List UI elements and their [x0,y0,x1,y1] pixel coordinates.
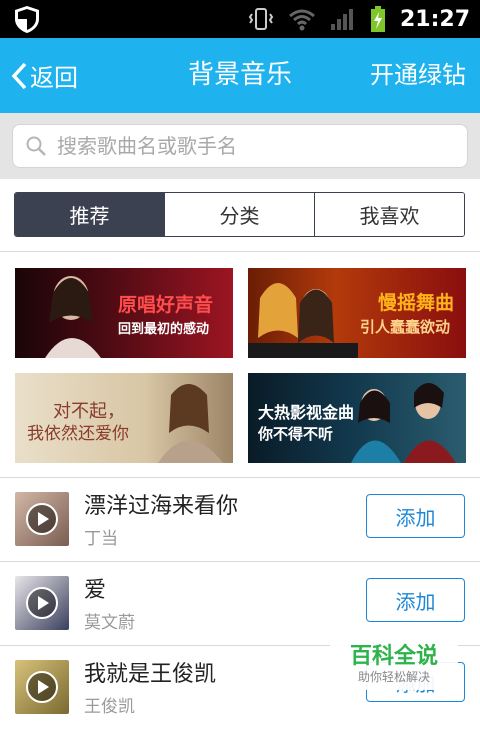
banner-headline: 原唱好声音 [118,294,214,316]
banner-subline: 你不得不听 [258,425,334,443]
shield-icon [15,6,39,33]
banner-sorry-still-love[interactable]: 对不起， 我依然还爱你 [15,373,233,463]
tab-category[interactable]: 分类 [164,193,314,236]
watermark-title: 百科全说 [349,644,438,669]
search-input[interactable] [55,133,439,159]
watermark-logo: 百科全说 助你轻松解决 [330,628,458,690]
song-artist: 莫文蔚 [84,613,135,633]
banner-singer-image [351,383,456,463]
song-artist: 王俊凯 [84,697,135,717]
tab-favorites[interactable]: 我喜欢 [314,193,464,236]
back-button[interactable]: 返回 [10,38,78,113]
song-title: 我就是王俊凯 [84,662,217,687]
add-button[interactable]: 添加 [366,578,465,622]
battery-charging-icon [370,6,385,32]
banner-subline: 我依然还爱你 [27,424,129,444]
signal-icon [330,9,353,30]
activate-green-diamond-button[interactable]: 开通绿钻 [370,38,466,113]
category-tabs: 推荐 分类 我喜欢 [14,192,465,237]
play-icon[interactable] [25,586,59,620]
banner-headline: 大热影视金曲 [258,403,355,422]
banner-subline: 引人蠢蠢欲动 [360,318,451,336]
watermark-subtitle: 助你轻松解决 [357,670,430,684]
tab-recommend[interactable]: 推荐 [15,193,164,236]
song-title: 漂洋过海来看你 [84,494,239,519]
search-bar [0,113,480,179]
play-icon[interactable] [25,502,59,536]
banner-singer-image [248,283,358,358]
list-item[interactable]: 漂洋过海来看你 丁当 添加 [0,478,480,562]
song-title: 爱 [84,578,107,603]
banner-original-voice[interactable]: 原唱好声音 回到最初的感动 [15,268,233,358]
add-button[interactable]: 添加 [366,494,465,538]
banner-singer-image [45,276,101,358]
song-artist: 丁当 [84,529,118,549]
album-cover[interactable] [15,576,69,630]
chevron-left-icon [11,62,27,89]
play-icon[interactable] [25,670,59,704]
banner-subline: 回到最初的感动 [118,322,210,337]
divider [0,251,480,252]
banner-hit-drama-songs[interactable]: 大热影视金曲 你不得不听 [248,373,466,463]
clock: 21:27 [399,6,470,32]
album-cover[interactable] [15,660,69,714]
banner-singer-image [158,384,223,463]
vibrate-icon [248,8,274,30]
status-bar: 21:27 [0,0,480,38]
banner-slow-dance[interactable]: 慢摇舞曲 引人蠢蠢欲动 [248,268,466,358]
album-cover[interactable] [15,492,69,546]
title-bar: 返回 背景音乐 开通绿钻 [0,38,480,113]
wifi-icon [289,9,315,31]
search-box[interactable] [12,124,468,168]
back-label: 返回 [30,64,78,92]
search-icon [26,136,46,156]
banner-headline: 慢摇舞曲 [378,292,455,314]
